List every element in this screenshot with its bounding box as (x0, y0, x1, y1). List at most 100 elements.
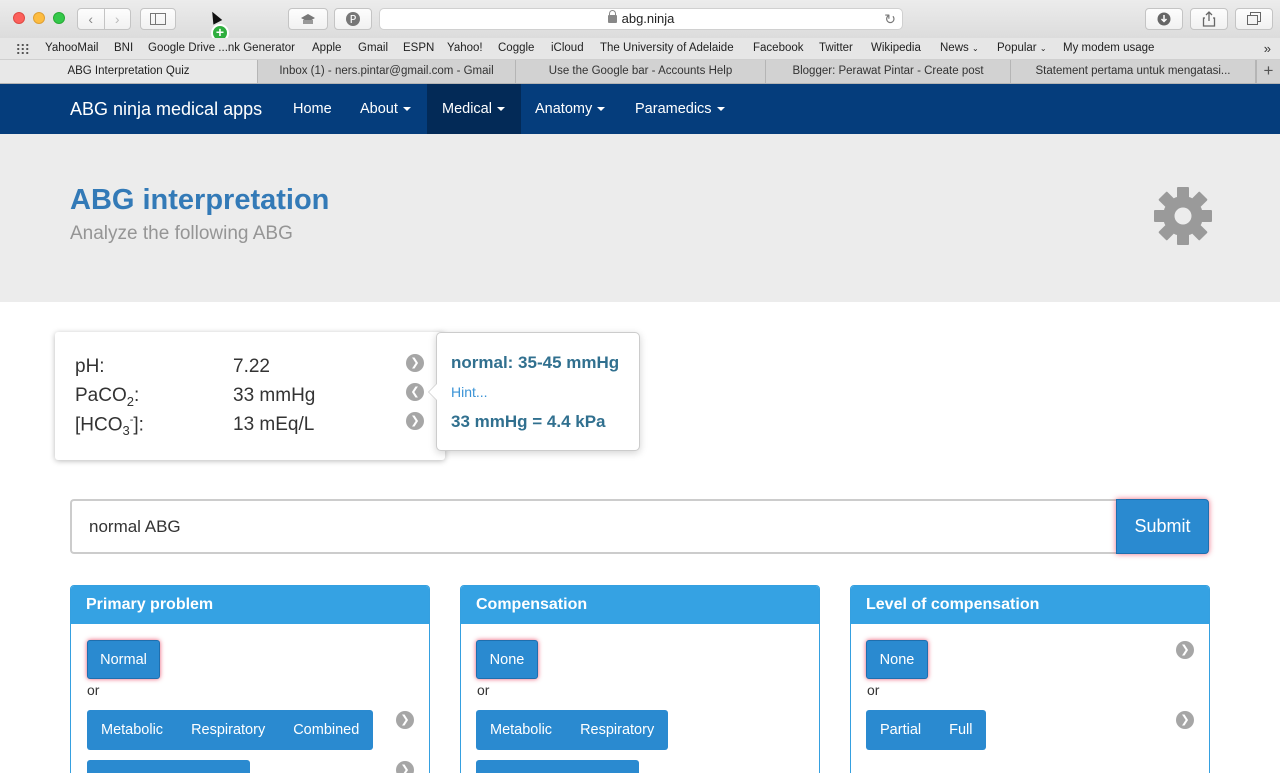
compensation-extra-options-bar[interactable] (476, 760, 639, 773)
nav-medical-dropdown[interactable]: Medical (427, 84, 521, 134)
respiratory-button[interactable]: Respiratory (566, 710, 668, 750)
level-expand-arrow-icon[interactable]: ❯ (1176, 641, 1194, 659)
pinterest-icon[interactable]: P (334, 8, 372, 30)
new-tab-icon[interactable]: + (1256, 60, 1280, 83)
combined-button[interactable]: Combined (279, 710, 373, 750)
bookmark-item[interactable]: YahooMail (45, 42, 99, 54)
bookmark-folder-news[interactable]: News ⌄ (940, 42, 979, 54)
minimize-window-button[interactable] (33, 12, 45, 24)
primary-expand-arrow-icon[interactable]: ❯ (396, 711, 414, 729)
bookmark-folder-label: Popular (997, 42, 1037, 54)
tab-blogger[interactable]: Blogger: Perawat Pintar - Create post (766, 60, 1011, 83)
normal-range-text: normal: 35-45 mmHg (451, 353, 620, 372)
bookmark-item[interactable]: iCloud (551, 42, 584, 54)
page-header: ABG interpretation Analyze the following… (0, 134, 1280, 302)
bookmark-item[interactable]: ESPN (403, 42, 434, 54)
hco3-label-text: [HCO (75, 414, 123, 436)
or-label: or (477, 682, 490, 698)
bookmark-item[interactable]: Twitter (819, 42, 853, 54)
browser-toolbar: ‹ › + P abg.ninja ↻ (0, 0, 1280, 42)
respiratory-button[interactable]: Respiratory (177, 710, 279, 750)
bookmark-item[interactable]: Facebook (753, 42, 804, 54)
bookmark-item[interactable]: Google Drive ...nk Generator (148, 42, 295, 54)
partial-button[interactable]: Partial (866, 710, 935, 750)
bookmark-item[interactable]: The University of Adelaide (600, 42, 734, 54)
caret-down-icon (597, 107, 606, 112)
site-navbar: ABG ninja medical apps Home About Medica… (0, 84, 1280, 134)
tab-gmail[interactable]: Inbox (1) - ners.pintar@gmail.com - Gmai… (258, 60, 516, 83)
compensation-options-group: Metabolic Respiratory (476, 710, 669, 750)
panel-title: Level of compensation (851, 586, 1209, 624)
tab-abg-quiz[interactable]: ABG Interpretation Quiz (0, 60, 258, 83)
close-window-button[interactable] (13, 12, 25, 24)
answer-input[interactable] (70, 499, 1118, 554)
primary-extra-options-bar[interactable] (87, 760, 250, 773)
extension-icon[interactable] (288, 8, 328, 30)
level-options-group: Partial Full (866, 710, 987, 750)
bookmark-item[interactable]: Gmail (358, 42, 388, 54)
more-bookmarks-icon[interactable]: » (1264, 41, 1271, 56)
metabolic-button[interactable]: Metabolic (476, 710, 566, 750)
bookmark-item[interactable]: Apple (312, 42, 341, 54)
bookmark-folder-label: News (940, 42, 969, 54)
share-icon[interactable] (1190, 8, 1228, 30)
nav-about-dropdown[interactable]: About (345, 84, 426, 134)
bookmark-folder-popular[interactable]: Popular ⌄ (997, 42, 1047, 54)
fullscreen-window-button[interactable] (53, 12, 65, 24)
apps-grid-icon[interactable] (16, 43, 30, 54)
paco2-subscript: 2 (126, 393, 134, 409)
tab-google-help[interactable]: Use the Google bar - Accounts Help (516, 60, 766, 83)
bookmark-item[interactable]: Wikipedia (871, 42, 921, 54)
reload-icon[interactable]: ↻ (884, 9, 896, 29)
paco2-colon: : (133, 385, 140, 406)
settings-gear-icon[interactable] (1153, 186, 1213, 246)
hco3-hint-arrow-icon[interactable]: ❯ (406, 412, 424, 430)
nav-paramedics-dropdown[interactable]: Paramedics (620, 84, 740, 134)
tabs-overview-icon[interactable] (1235, 8, 1273, 30)
bookmark-item[interactable]: BNI (114, 42, 133, 54)
sidebar-toggle-icon[interactable] (140, 8, 176, 30)
hco3-bracket: ]: (133, 414, 144, 436)
hint-link[interactable]: Hint... (451, 384, 488, 400)
tab-statement[interactable]: Statement pertama untuk mengatasi... (1011, 60, 1256, 83)
downloads-icon[interactable] (1145, 8, 1183, 30)
nav-anatomy-dropdown[interactable]: Anatomy (520, 84, 620, 134)
ph-label: pH: (75, 356, 105, 377)
caret-down-icon (402, 107, 411, 112)
address-bar[interactable]: abg.ninja ↻ (379, 8, 903, 30)
panel-title: Primary problem (71, 586, 429, 624)
bookmark-item[interactable]: My modem usage (1063, 42, 1154, 54)
paco2-value: 33 mmHg (233, 385, 316, 406)
full-button[interactable]: Full (935, 710, 986, 750)
bookmark-item[interactable]: Coggle (498, 42, 534, 54)
brand-link[interactable]: ABG ninja medical apps (70, 84, 262, 134)
caret-down-icon (716, 107, 725, 112)
nav-home[interactable]: Home (278, 84, 347, 134)
normal-button[interactable]: Normal (87, 640, 160, 679)
nav-label: Home (293, 101, 332, 117)
or-label: or (87, 682, 100, 698)
paco2-hint-popover: normal: 35-45 mmHg Hint... 33 mmHg = 4.4… (428, 332, 640, 451)
forward-icon[interactable]: › (103, 9, 131, 29)
panel-title: Compensation (461, 586, 819, 624)
primary-expand-arrow-icon-2[interactable]: ❯ (396, 761, 414, 773)
level-expand-arrow-icon-2[interactable]: ❯ (1176, 711, 1194, 729)
mouse-cursor-icon (207, 9, 223, 25)
none-button[interactable]: None (476, 640, 538, 679)
bookmark-item[interactable]: Yahoo! (447, 42, 483, 54)
submit-button[interactable]: Submit (1116, 499, 1209, 554)
ph-hint-arrow-icon[interactable]: ❯ (406, 354, 424, 372)
level-of-compensation-panel: Level of compensation None or ❯ Partial … (850, 585, 1210, 773)
unit-conversion-text: 33 mmHg = 4.4 kPa (451, 412, 606, 431)
caret-down-icon (496, 107, 505, 112)
nav-label: Anatomy (535, 101, 593, 117)
paco2-label: PaCO2: (75, 385, 139, 409)
metabolic-button[interactable]: Metabolic (87, 710, 177, 750)
history-nav: ‹ › (77, 8, 131, 30)
none-button[interactable]: None (866, 640, 928, 679)
nav-label: Medical (442, 101, 492, 117)
paco2-label-text: PaCO (75, 385, 127, 406)
paco2-hint-arrow-icon[interactable]: ❮ (406, 383, 424, 401)
back-icon[interactable]: ‹ (78, 9, 104, 29)
lock-icon (607, 10, 617, 23)
